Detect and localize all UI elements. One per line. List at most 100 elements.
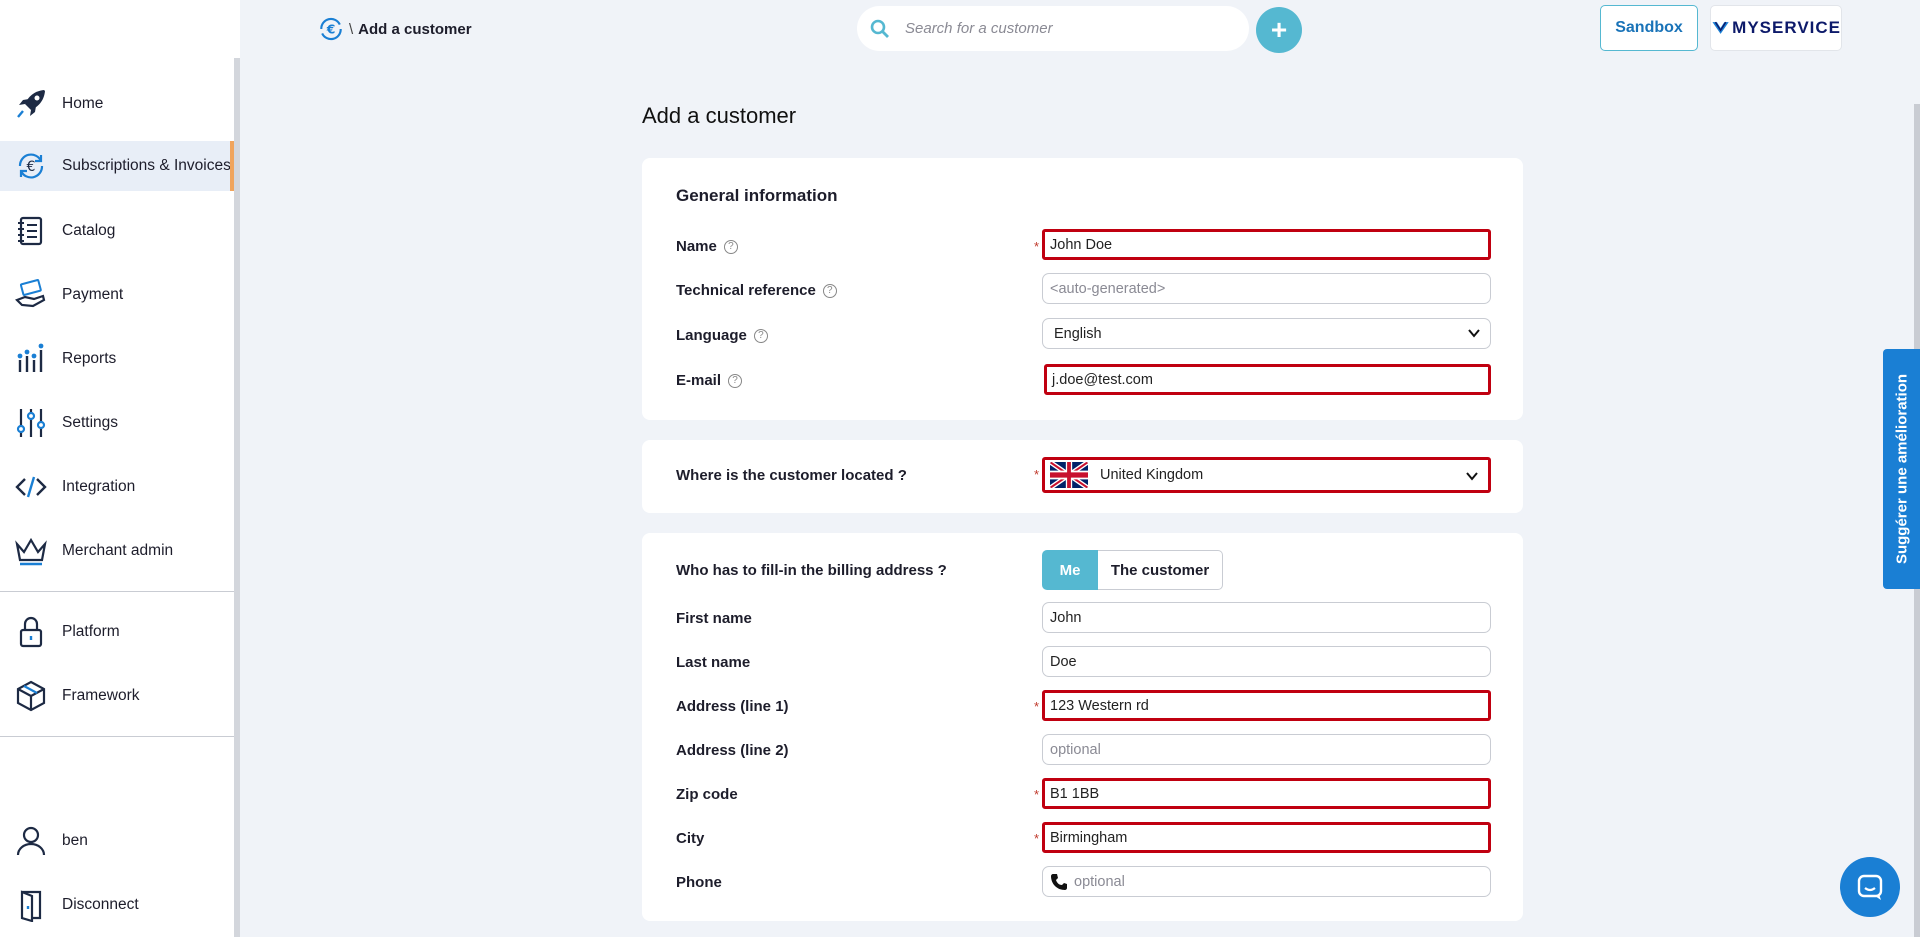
address-line2-label: Address (line 2) <box>676 742 789 759</box>
technical-reference-label: Technical reference? <box>676 282 837 299</box>
billing-who-toggle: Me The customer <box>1042 550 1223 590</box>
sidebar-divider <box>0 591 234 592</box>
name-label: Name? <box>676 238 738 255</box>
sidebar-item-disconnect[interactable]: Disconnect <box>0 880 234 930</box>
breadcrumb-current: Add a customer <box>358 20 472 38</box>
sidebar-item-integration[interactable]: Integration <box>0 462 234 512</box>
suggest-improvement-label: Suggérer une amélioration <box>1893 373 1910 565</box>
help-icon[interactable]: ? <box>822 283 837 298</box>
euro-cycle-icon[interactable]: € <box>316 14 346 44</box>
location-label: Where is the customer located ? <box>676 467 907 484</box>
sidebar-item-user[interactable]: ben <box>0 816 234 866</box>
sidebar-item-home[interactable]: Home <box>0 79 234 129</box>
chevron-down-icon <box>1468 329 1480 338</box>
sidebar-item-framework[interactable]: Framework <box>0 671 234 721</box>
city-label: City <box>676 830 705 847</box>
sidebar-item-label: Disconnect <box>62 896 139 913</box>
technical-reference-input[interactable]: <auto-generated> <box>1042 273 1491 304</box>
user-icon <box>0 824 62 858</box>
chat-launcher-button[interactable] <box>1840 857 1900 917</box>
language-value: English <box>1054 325 1102 342</box>
phone-input[interactable]: optional <box>1042 866 1491 897</box>
crown-icon <box>0 534 62 568</box>
sidebar-item-label: Home <box>62 95 104 112</box>
door-icon <box>0 888 62 922</box>
help-icon[interactable]: ? <box>728 373 743 388</box>
language-label: Language? <box>676 327 768 344</box>
sidebar-item-catalog[interactable]: Catalog <box>0 206 234 256</box>
sidebar-item-settings[interactable]: Settings <box>0 398 234 448</box>
name-input[interactable]: John Doe <box>1042 229 1491 260</box>
lock-icon <box>0 615 62 649</box>
sidebar-item-label: Subscriptions & Invoices <box>62 157 231 174</box>
chevron-down-icon <box>1466 472 1478 481</box>
code-icon <box>0 470 62 504</box>
chat-icon <box>1857 874 1883 900</box>
required-mark: * <box>1034 831 1040 846</box>
search-bar[interactable] <box>857 6 1249 51</box>
zip-code-label: Zip code <box>676 786 738 803</box>
technical-reference-label-text: Technical reference <box>676 282 816 299</box>
bar-chart-icon <box>0 342 62 376</box>
sidebar: Home € Subscriptions & Invoices Catalog … <box>0 0 240 937</box>
sidebar-item-label: ben <box>62 832 88 849</box>
country-select[interactable]: United Kingdom <box>1042 457 1491 493</box>
breadcrumb-separator: \ <box>349 20 354 38</box>
address-line1-label: Address (line 1) <box>676 698 789 715</box>
brand-logo[interactable]: MYSERVICE <box>1710 5 1842 51</box>
sidebar-item-payment[interactable]: Payment <box>0 270 234 320</box>
help-icon[interactable]: ? <box>723 239 738 254</box>
address-line2-input[interactable]: optional <box>1042 734 1491 765</box>
email-label: E-mail? <box>676 372 743 389</box>
hand-money-icon <box>0 278 62 312</box>
sidebar-item-reports[interactable]: Reports <box>0 334 234 384</box>
email-label-text: E-mail <box>676 372 722 389</box>
address-line1-input[interactable]: 123 Western rd <box>1042 690 1491 721</box>
sidebar-item-label: Settings <box>62 414 119 431</box>
suggest-improvement-tab[interactable]: Suggérer une amélioration <box>1883 349 1920 589</box>
sidebar-item-platform[interactable]: Platform <box>0 607 234 657</box>
language-select[interactable]: English <box>1042 318 1491 349</box>
general-information-card: General information Name? * John Doe Tec… <box>642 158 1523 420</box>
option-me-button[interactable]: Me <box>1042 550 1098 590</box>
sidebar-item-subscriptions[interactable]: € Subscriptions & Invoices <box>0 141 234 191</box>
city-input[interactable]: Birmingham <box>1042 822 1491 853</box>
sandbox-button[interactable]: Sandbox <box>1600 5 1698 51</box>
sliders-icon <box>0 406 62 440</box>
sidebar-divider <box>0 736 234 737</box>
billing-who-label: Who has to fill-in the billing address ? <box>676 562 947 579</box>
first-name-input[interactable]: John <box>1042 602 1491 633</box>
sidebar-item-label: Integration <box>62 478 136 495</box>
sidebar-scrollbar[interactable] <box>234 58 240 937</box>
required-mark: * <box>1034 239 1040 254</box>
help-icon[interactable]: ? <box>753 328 768 343</box>
sidebar-item-merchant-admin[interactable]: Merchant admin <box>0 526 234 576</box>
phone-icon <box>1051 873 1067 890</box>
required-mark: * <box>1034 467 1040 482</box>
search-icon <box>870 19 889 38</box>
search-input[interactable] <box>905 20 1225 37</box>
phone-placeholder: optional <box>1074 873 1125 890</box>
required-mark: * <box>1034 699 1040 714</box>
email-input[interactable]: j.doe@test.com <box>1044 364 1491 395</box>
name-label-text: Name <box>676 238 717 255</box>
add-button[interactable]: + <box>1256 7 1302 53</box>
brand-name: MYSERVICE <box>1732 18 1841 37</box>
sidebar-item-label: Catalog <box>62 222 116 239</box>
notebook-icon <box>0 214 62 248</box>
sidebar-item-label: Merchant admin <box>62 542 174 559</box>
last-name-label: Last name <box>676 654 751 671</box>
cube-icon <box>0 679 62 713</box>
option-customer-button[interactable]: The customer <box>1098 550 1223 590</box>
sidebar-item-label: Platform <box>62 623 120 640</box>
rocket-icon <box>0 87 62 121</box>
phone-label: Phone <box>676 874 722 891</box>
sidebar-item-label: Payment <box>62 286 124 303</box>
location-card: Where is the customer located ? * United… <box>642 440 1523 513</box>
sidebar-item-label: Reports <box>62 350 117 367</box>
last-name-input[interactable]: Doe <box>1042 646 1491 677</box>
zip-code-input[interactable]: B1 1BB <box>1042 778 1491 809</box>
breadcrumb: € \ Add a customer <box>316 14 472 44</box>
country-value: United Kingdom <box>1100 467 1204 483</box>
uk-flag-icon <box>1050 462 1088 488</box>
